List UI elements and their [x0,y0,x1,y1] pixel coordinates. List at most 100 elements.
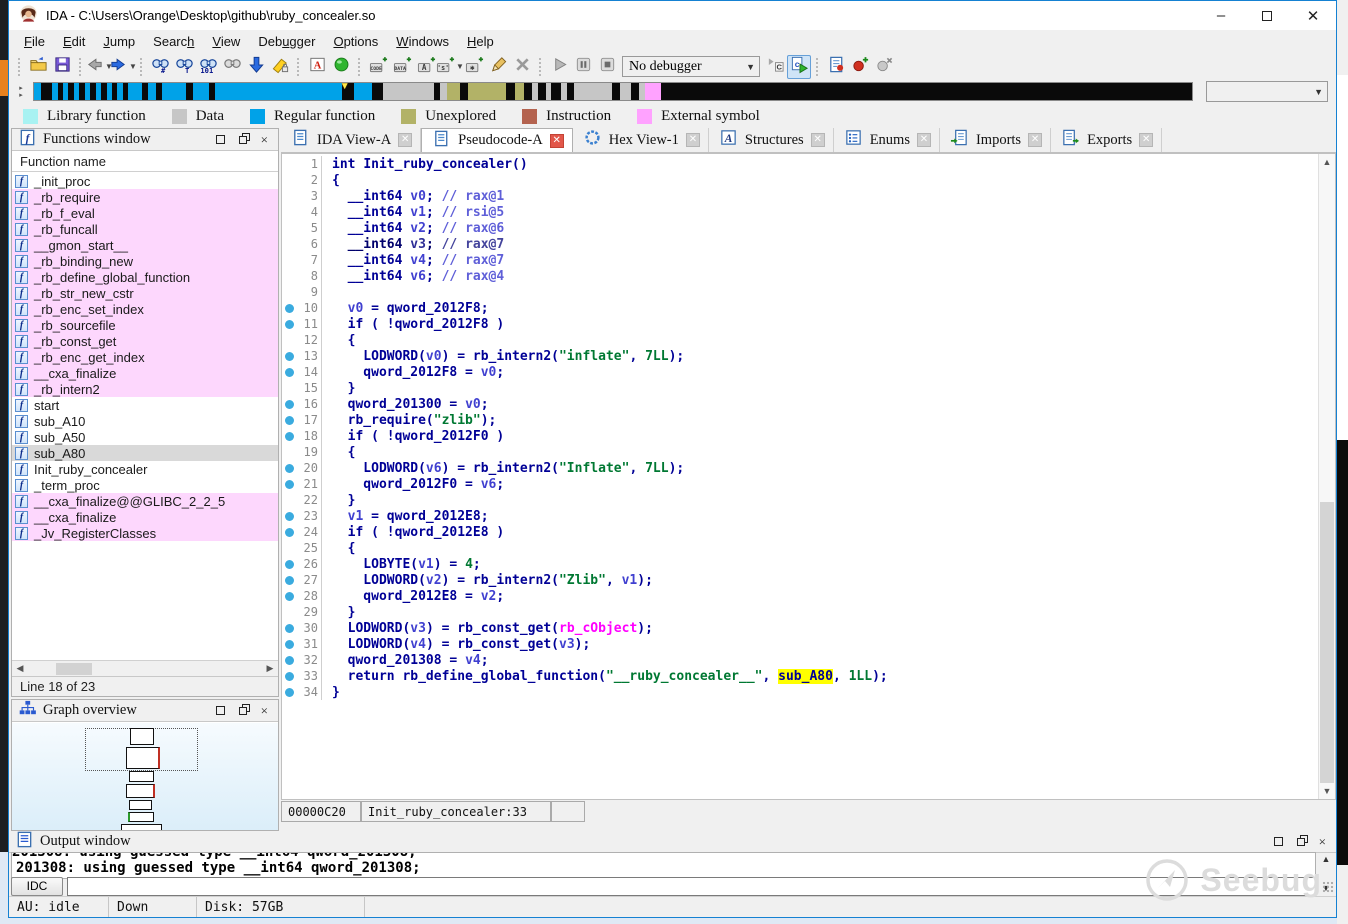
function-row[interactable]: fsub_A50 [12,429,278,445]
line-marker-dot[interactable] [285,656,294,665]
make-name-button[interactable]: A [414,55,438,79]
line-marker-dot[interactable] [285,400,294,409]
tab-structures[interactable]: AStructures✕ [709,128,834,152]
debugger-selector[interactable]: No debugger▼ [622,56,760,77]
scroll-down-icon[interactable]: ▼ [1319,783,1335,799]
tab-close-icon[interactable]: ✕ [398,133,412,147]
run-indicator-button[interactable] [329,55,353,79]
navband-combo[interactable]: ▼ [1206,81,1328,102]
idc-button[interactable]: IDC [11,877,63,896]
minimize-button[interactable]: – [1198,1,1244,30]
line-marker-dot[interactable] [285,320,294,329]
line-marker-dot[interactable] [285,368,294,377]
line-marker-dot[interactable] [285,560,294,569]
function-row[interactable]: fstart [12,397,278,413]
tab-close-icon[interactable]: ✕ [1139,133,1153,147]
breakpoint-add-button[interactable] [848,55,872,79]
function-row[interactable]: f_rb_funcall [12,221,278,237]
tab-pseudocode-a[interactable]: Pseudocode-A✕ [421,128,573,152]
highlighted-identifier[interactable]: sub_A80 [778,669,833,684]
search-text-button[interactable]: T [172,55,196,79]
debug-stop-button[interactable] [595,55,619,79]
function-row[interactable]: f_term_proc [12,477,278,493]
line-marker-dot[interactable] [285,592,294,601]
title-bar[interactable]: IDA - C:\Users\Orange\Desktop\github\rub… [9,1,1336,30]
functions-horizontal-scrollbar[interactable]: ◀ ▶ [12,660,278,676]
function-row[interactable]: f_rb_require [12,189,278,205]
scrollbar-thumb[interactable] [56,663,92,675]
close-button[interactable]: ✕ [1290,1,1336,30]
breakpoint-delete-button[interactable] [872,55,896,79]
menu-options[interactable]: Options [324,32,387,51]
tab-close-icon[interactable]: ✕ [1028,133,1042,147]
function-row[interactable]: fInit_ruby_concealer [12,461,278,477]
function-row[interactable]: f__cxa_finalize [12,509,278,525]
search-again-button[interactable] [220,55,244,79]
function-row[interactable]: f_rb_define_global_function [12,269,278,285]
panel-maximize-icon[interactable] [1274,837,1283,846]
line-marker-dot[interactable] [285,672,294,681]
search-values-button[interactable]: 101 [196,55,220,79]
function-row[interactable]: f__cxa_finalize [12,365,278,381]
jump-address-button[interactable] [244,55,268,79]
debug-pause-button[interactable] [571,55,595,79]
debug-run-button[interactable] [547,55,571,79]
function-row[interactable]: f__cxa_finalize@@GLIBC_2_2_5 [12,493,278,509]
scroll-left-icon[interactable]: ◀ [12,663,28,674]
tab-imports[interactable]: Imports✕ [940,128,1051,152]
panel-close-icon[interactable]: × [1319,837,1326,847]
make-string-button[interactable]: 's'▼ [438,55,462,79]
menu-search[interactable]: Search [144,32,203,51]
function-row[interactable]: f_rb_enc_set_index [12,301,278,317]
menu-windows[interactable]: Windows [387,32,458,51]
panel-maximize-icon[interactable] [216,135,225,144]
function-row[interactable]: fsub_A10 [12,413,278,429]
function-row[interactable]: f_rb_const_get [12,333,278,349]
tab-exports[interactable]: Exports✕ [1051,128,1162,152]
menu-jump[interactable]: Jump [94,32,144,51]
function-row[interactable]: f_rb_str_new_cstr [12,285,278,301]
line-marker-dot[interactable] [285,432,294,441]
menu-debugger[interactable]: Debugger [249,32,324,51]
line-marker-dot[interactable] [285,640,294,649]
navigate-forward-button[interactable]: ▼ [111,55,135,79]
menu-view[interactable]: View [203,32,249,51]
output-window-titlebar[interactable]: Output window × [9,831,1336,853]
line-marker-dot[interactable] [285,512,294,521]
line-marker-dot[interactable] [285,352,294,361]
function-row[interactable]: f_Jv_RegisterClasses [12,525,278,541]
undefine-button[interactable] [510,55,534,79]
pseudocode-vertical-scrollbar[interactable]: ▲ ▼ [1318,154,1335,799]
panel-close-icon[interactable]: × [261,706,268,716]
function-name-column-header[interactable]: Function name [12,151,278,172]
function-row[interactable]: f_rb_sourcefile [12,317,278,333]
panel-maximize-icon[interactable] [216,706,225,715]
function-row[interactable]: f_rb_binding_new [12,253,278,269]
functions-window-titlebar[interactable]: f Functions window × [12,129,278,151]
edit-function-button[interactable] [486,55,510,79]
resize-grip[interactable] [1322,881,1334,893]
line-marker-dot[interactable] [285,624,294,633]
tab-close-icon[interactable]: ✕ [811,133,825,147]
navigate-back-button[interactable]: ▼ [87,55,111,79]
function-row[interactable]: f_init_proc [12,173,278,189]
open-file-button[interactable] [26,55,50,79]
tab-enums[interactable]: Enums✕ [834,128,940,152]
make-array-button[interactable]: ✱ [462,55,486,79]
panel-float-icon[interactable] [1297,838,1305,846]
tab-close-icon[interactable]: ✕ [550,134,564,148]
scroll-right-icon[interactable]: ▶ [262,663,278,674]
line-marker-dot[interactable] [285,304,294,313]
search-names-button[interactable]: # [148,55,172,79]
menu-help[interactable]: Help [458,32,503,51]
function-row[interactable]: f__gmon_start__ [12,237,278,253]
function-row[interactable]: fsub_A80 [12,445,278,461]
panel-float-icon[interactable] [239,136,247,144]
highlight-button[interactable] [268,55,292,79]
line-marker-dot[interactable] [285,528,294,537]
scroll-up-icon[interactable]: ▲ [1319,154,1335,170]
bookmark-button[interactable]: A [305,55,329,79]
run-to-c-button[interactable]: c [787,55,811,79]
tab-hex-view-1[interactable]: Hex View-1✕ [573,128,709,152]
menu-edit[interactable]: Edit [54,32,94,51]
